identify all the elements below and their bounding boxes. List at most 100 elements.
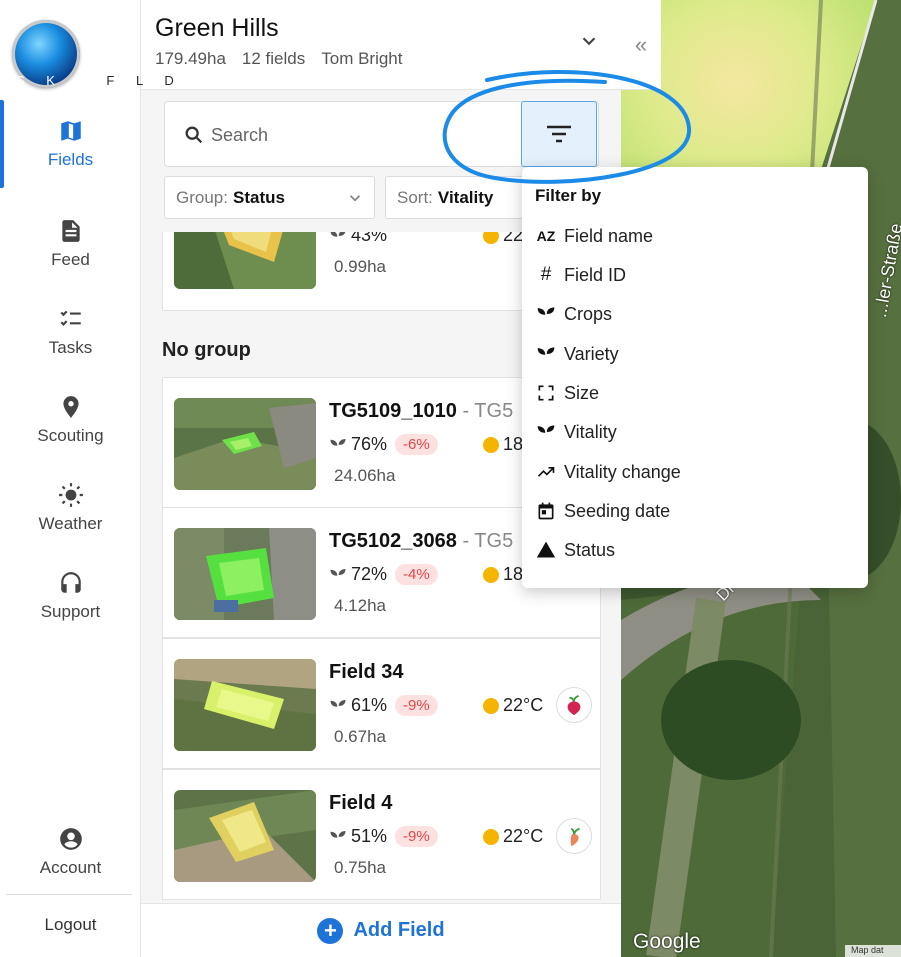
sort-prefix: Sort: <box>397 187 433 207</box>
field-name: Field 4 <box>329 792 393 814</box>
group-value: Status <box>232 187 285 207</box>
chevron-down-icon[interactable] <box>578 30 600 52</box>
sun-dot-icon <box>483 566 499 583</box>
nav-label-account: Account <box>39 858 102 877</box>
filter-option-seeding-date[interactable]: Seeding date <box>535 496 855 526</box>
beet-icon <box>567 694 581 716</box>
nav-item-tasks[interactable]: Tasks <box>0 292 141 372</box>
field-name: TG5102_3068 - TG5 <box>329 530 514 552</box>
add-field-button[interactable]: + Add Field <box>141 903 621 957</box>
filter-option-field-id[interactable]: # Field ID <box>535 260 855 290</box>
nav-label-support: Support <box>40 602 101 621</box>
filter-option-vitality[interactable]: Vitality <box>535 417 855 447</box>
nav-item-feed[interactable]: Feed <box>0 204 141 284</box>
field-area: 0.75ha <box>334 858 386 877</box>
farm-fields-count: 12 fields <box>241 49 306 68</box>
calendar-icon <box>538 502 554 520</box>
skyfld-logo[interactable]: S K Y F L D <box>12 20 174 90</box>
sun-dot-icon <box>483 697 499 714</box>
filter-popup-title: Filter by <box>535 186 602 205</box>
vitality-change-badge: -9% <box>395 695 438 716</box>
field-thumbnail <box>174 398 316 490</box>
sprout-icon <box>330 568 346 582</box>
filter-option-variety[interactable]: Variety <box>535 339 855 369</box>
field-thumbnail <box>174 659 316 751</box>
farm-meta: 179.49ha 12 fields Tom Bright <box>155 49 402 69</box>
filter-option-field-name[interactable]: AZ Field name <box>535 221 855 251</box>
field-temperature: 22°C <box>483 826 543 847</box>
logo-text-sky: S K Y <box>16 73 94 88</box>
hash-icon: # <box>540 264 552 285</box>
nav-label-tasks: Tasks <box>48 338 93 357</box>
feed-icon <box>61 220 80 242</box>
sort-value: Vitality <box>437 187 494 207</box>
nav-item-scouting[interactable]: Scouting <box>0 380 141 460</box>
sprout-icon <box>330 232 346 243</box>
filter-option-status[interactable]: Status <box>535 535 855 565</box>
map-data-link[interactable]: Map dat <box>845 945 901 957</box>
field-temperature: 18 <box>483 434 523 455</box>
field-card[interactable]: Field 4 51% -9% 22°C 0.75ha <box>162 769 601 900</box>
logout-button[interactable]: Logout <box>0 915 141 935</box>
group-label: No group <box>162 339 251 361</box>
search-input[interactable] <box>211 118 511 152</box>
field-vitality: 76% -6% <box>329 434 438 455</box>
chevron-down-icon <box>349 195 361 202</box>
field-vitality: 51% -9% <box>329 826 438 847</box>
plus-icon: + <box>317 917 344 944</box>
warning-icon <box>536 541 556 558</box>
nav-item-weather[interactable]: Weather <box>0 468 141 548</box>
nav-divider <box>6 894 132 895</box>
sprout-icon <box>537 307 555 323</box>
field-vitality: 43% <box>329 232 387 246</box>
filter-option-size[interactable]: Size <box>535 378 855 408</box>
nav-item-support[interactable]: Support <box>0 556 141 636</box>
field-temperature: 18 <box>483 564 523 585</box>
field-area: 0.99ha <box>334 257 386 276</box>
sprout-icon <box>537 347 555 363</box>
field-area: 0.67ha <box>334 727 386 746</box>
filter-button[interactable] <box>521 101 597 167</box>
vitality-change-badge: -9% <box>395 826 438 847</box>
farm-owner: Tom Bright <box>321 49 403 68</box>
map-icon <box>60 121 81 141</box>
filter-icon <box>547 125 571 143</box>
az-icon: AZ <box>536 228 556 244</box>
group-dropdown[interactable]: Group: Status <box>164 176 375 219</box>
filter-option-crops[interactable]: Crops <box>535 299 855 329</box>
sun-dot-icon <box>483 828 499 845</box>
app-root: S K Y F L D Fields Feed Tasks Scouting W… <box>0 0 901 957</box>
sprout-icon <box>330 830 346 844</box>
field-area: 4.12ha <box>334 596 386 615</box>
nav-label-feed: Feed <box>51 250 90 269</box>
sprout-icon <box>330 699 346 713</box>
field-card[interactable]: Field 34 61% -9% 22°C 0.67ha <box>162 638 601 769</box>
vitality-change-badge: -4% <box>395 564 438 585</box>
search-icon <box>185 126 203 144</box>
farm-header[interactable]: Green Hills 179.49ha 12 fields Tom Brigh… <box>141 0 621 90</box>
account-icon <box>59 828 82 850</box>
vitality-change-badge: -6% <box>395 434 438 455</box>
field-temperature: 22°C <box>483 695 543 716</box>
add-field-label: Add Field <box>353 919 445 941</box>
nav-item-account[interactable]: Account <box>0 812 141 892</box>
collapse-panel-button[interactable]: « <box>621 0 661 90</box>
logo-text-rest: F L D <box>106 73 183 88</box>
sun-icon <box>58 483 83 507</box>
google-attribution: Google <box>633 930 701 953</box>
crop-badge[interactable] <box>556 687 592 723</box>
field-name: TG5109_1010 - TG5 <box>329 400 514 422</box>
crop-badge[interactable] <box>556 818 592 854</box>
group-prefix: Group: <box>176 187 228 207</box>
field-area: 24.06ha <box>334 466 396 485</box>
nav-label-fields: Fields <box>47 150 94 169</box>
field-name: Field 34 <box>329 661 404 683</box>
nav-item-fields[interactable]: Fields <box>0 100 141 188</box>
nav-label-scouting: Scouting <box>37 426 104 445</box>
trending-up-icon <box>537 467 555 477</box>
field-vitality: 72% -4% <box>329 564 438 585</box>
headset-icon <box>60 572 81 593</box>
filter-option-vitality-change[interactable]: Vitality change <box>535 457 855 487</box>
field-thumbnail <box>174 790 316 882</box>
farm-name: Green Hills <box>155 14 279 42</box>
